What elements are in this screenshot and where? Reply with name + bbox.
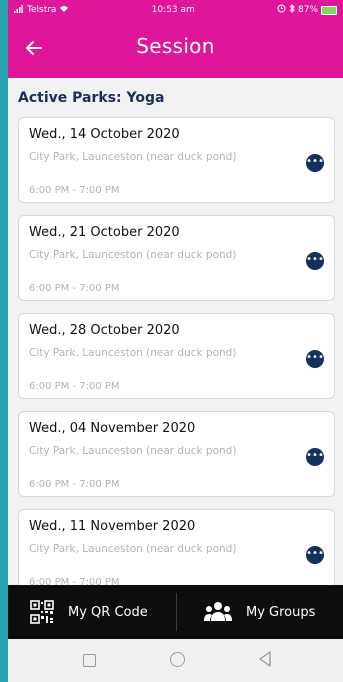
status-left: Telstra <box>14 4 69 16</box>
alarm-icon <box>277 4 286 16</box>
group-title: Active Parks: Yoga <box>18 90 165 106</box>
status-right: 87% <box>277 3 337 16</box>
session-card[interactable]: Wed., 14 October 2020 City Park, Launces… <box>18 117 335 203</box>
session-card[interactable]: Wed., 21 October 2020 City Park, Launces… <box>18 215 335 301</box>
qr-code-icon <box>30 600 54 624</box>
more-horizontal-icon[interactable]: ••• <box>306 448 324 466</box>
session-location: City Park, Launceston (near duck pond) <box>29 151 237 163</box>
session-time: 6:00 PM - 7:00 PM <box>29 185 120 196</box>
session-location: City Park, Launceston (near duck pond) <box>29 445 237 457</box>
wifi-icon <box>59 5 69 16</box>
bottom-divider <box>176 593 177 631</box>
session-location: City Park, Launceston (near duck pond) <box>29 543 237 555</box>
my-qr-code-label: My QR Code <box>68 604 148 620</box>
more-horizontal-icon[interactable]: ••• <box>306 350 324 368</box>
more-horizontal-icon[interactable]: ••• <box>306 154 324 172</box>
session-date: Wed., 28 October 2020 <box>29 323 180 338</box>
recent-apps-icon[interactable] <box>83 654 96 667</box>
session-card[interactable]: Wed., 04 November 2020 City Park, Launce… <box>18 411 335 497</box>
status-bar: Telstra 10:53 am 87% <box>8 0 343 20</box>
my-groups-button[interactable]: My Groups <box>204 585 315 639</box>
home-icon[interactable] <box>170 652 185 667</box>
session-time: 6:00 PM - 7:00 PM <box>29 283 120 294</box>
users-icon <box>204 602 232 621</box>
more-horizontal-icon[interactable]: ••• <box>306 252 324 270</box>
battery-icon <box>321 5 337 15</box>
carrier-label: Telstra <box>27 5 57 15</box>
session-date: Wed., 04 November 2020 <box>29 421 196 436</box>
bottom-action-bar: My QR Code My Groups <box>8 585 343 639</box>
page-title: Session <box>136 34 215 58</box>
status-time: 10:53 am <box>151 5 195 15</box>
app-bar: Session <box>8 20 343 78</box>
session-date: Wed., 11 November 2020 <box>29 519 196 534</box>
session-date: Wed., 21 October 2020 <box>29 225 180 240</box>
session-card[interactable]: Wed., 11 November 2020 City Park, Launce… <box>18 509 335 595</box>
session-time: 6:00 PM - 7:00 PM <box>29 381 120 392</box>
battery-label: 87% <box>297 5 318 15</box>
system-nav-bar <box>8 639 343 682</box>
session-date: Wed., 14 October 2020 <box>29 127 180 142</box>
bluetooth-icon <box>289 3 295 16</box>
session-time: 6:00 PM - 7:00 PM <box>29 479 120 490</box>
session-location: City Park, Launceston (near duck pond) <box>29 347 237 359</box>
nav-back-icon[interactable] <box>258 651 272 667</box>
my-groups-label: My Groups <box>246 604 316 620</box>
more-horizontal-icon[interactable]: ••• <box>306 546 324 564</box>
my-qr-code-button[interactable]: My QR Code <box>30 585 148 639</box>
session-card[interactable]: Wed., 28 October 2020 City Park, Launces… <box>18 313 335 399</box>
signal-icon <box>14 4 24 16</box>
screen: Telstra 10:53 am 87% Session Active Park… <box>8 0 343 682</box>
session-location: City Park, Launceston (near duck pond) <box>29 249 237 261</box>
